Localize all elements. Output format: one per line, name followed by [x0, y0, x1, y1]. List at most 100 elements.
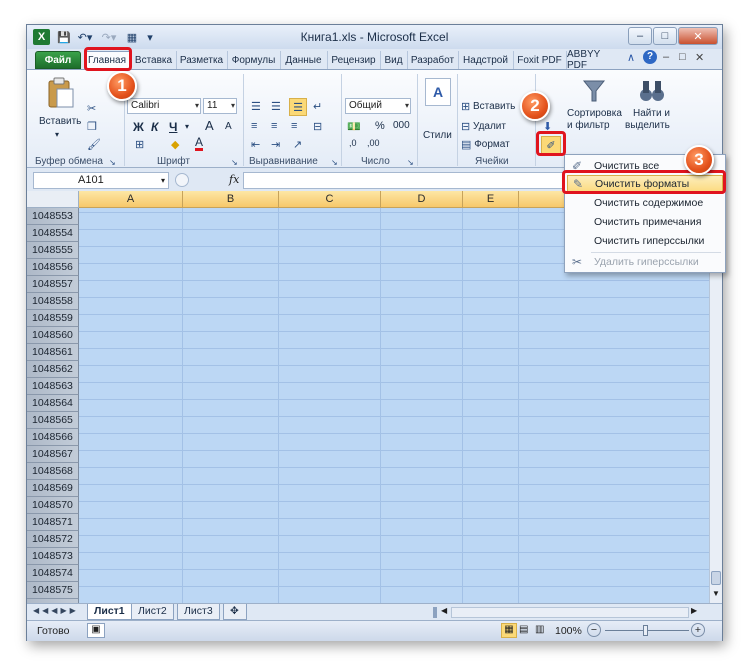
tab-abbyy-pdf[interactable]: ABBYY PDF [566, 49, 622, 71]
row-header[interactable]: 1048553 [27, 208, 79, 225]
row-header[interactable]: 1048557 [27, 276, 79, 293]
zoom-out-button[interactable]: − [587, 623, 601, 637]
insert-function-button[interactable]: fx [229, 173, 239, 186]
orientation-icon[interactable]: ↗ [293, 138, 302, 151]
font-size-box[interactable]: 11 ▾ [203, 98, 237, 114]
menu-item-clear-comments[interactable]: Очистить примечания [567, 213, 723, 232]
tab-view[interactable]: Вид [380, 51, 406, 69]
tab-page-layout[interactable]: Разметка [176, 51, 226, 69]
tab-insert[interactable]: Вставка [131, 51, 175, 69]
row-header[interactable]: 1048554 [27, 225, 79, 242]
styles-icon[interactable]: A [425, 78, 451, 106]
align-middle-icon[interactable]: ☰ [271, 100, 281, 113]
page-break-view-icon[interactable]: ▥ [535, 624, 544, 635]
number-launcher-icon[interactable]: ↘ [407, 158, 414, 167]
row-header[interactable]: 1048568 [27, 463, 79, 480]
row-header[interactable]: 1048558 [27, 293, 79, 310]
align-center-icon[interactable]: ≡ [271, 120, 277, 132]
format-cells-button[interactable]: ▤ Формат [461, 138, 510, 151]
tab-developer[interactable]: Разработ [407, 51, 457, 69]
increase-indent-icon[interactable]: ⇥ [271, 138, 280, 151]
name-box[interactable]: A101 ▾ [33, 172, 169, 189]
close-button[interactable]: ✕ [678, 27, 718, 45]
zoom-in-button[interactable]: + [691, 623, 705, 637]
row-header[interactable]: 1048555 [27, 242, 79, 259]
sort-filter-icon[interactable] [579, 76, 609, 106]
find-select-line1[interactable]: Найти и [633, 108, 670, 119]
doc-restore-icon[interactable]: □ [679, 51, 686, 63]
format-painter-icon[interactable]: 🖌 [87, 138, 101, 151]
tab-addins[interactable]: Надстрой [458, 51, 512, 69]
delete-cells-button[interactable]: ⊟ Удалит [461, 120, 506, 133]
restore-button[interactable]: □ [653, 27, 677, 45]
cut-icon[interactable]: ✂ [87, 102, 96, 115]
paste-dropdown-icon[interactable]: ▾ [55, 130, 59, 139]
expand-circle-icon[interactable] [175, 173, 189, 187]
fill-color-icon[interactable]: ◆ [171, 138, 179, 151]
hscroll-right-icon[interactable]: ▶ [691, 606, 697, 615]
column-header-d[interactable]: D [381, 191, 463, 208]
paste-button[interactable]: Вставить [39, 116, 81, 127]
sort-filter-line1[interactable]: Сортировка [567, 108, 622, 119]
macro-record-icon[interactable]: ▣ [87, 623, 105, 638]
tab-data[interactable]: Данные [280, 51, 326, 69]
grow-font-button[interactable]: A [205, 118, 214, 133]
font-launcher-icon[interactable]: ↘ [231, 158, 238, 167]
column-header-a[interactable]: A [79, 191, 183, 208]
tab-foxit-pdf[interactable]: Foxit PDF [513, 51, 565, 69]
sort-filter-line2[interactable]: и фильтр [567, 120, 610, 131]
font-name-box[interactable]: Calibri ▾ [127, 98, 201, 114]
clipboard-launcher-icon[interactable]: ↘ [109, 158, 116, 167]
italic-button[interactable]: К [151, 120, 158, 134]
row-header[interactable]: 1048567 [27, 446, 79, 463]
underline-button[interactable]: Ч [169, 120, 177, 134]
doc-minimize-icon[interactable]: – [663, 51, 669, 63]
thousands-button[interactable]: 000 [393, 120, 410, 131]
row-header[interactable]: 1048556 [27, 259, 79, 276]
sheet-tab-1[interactable]: Лист1 [87, 604, 132, 620]
tab-split-handle[interactable] [433, 607, 437, 618]
row-header[interactable]: 1048575 [27, 582, 79, 599]
scroll-down-icon[interactable]: ▼ [711, 589, 721, 599]
wrap-text-icon[interactable]: ↵ [313, 100, 322, 113]
decrease-indent-icon[interactable]: ⇤ [251, 138, 260, 151]
row-header[interactable]: 1048565 [27, 412, 79, 429]
horizontal-scrollbar[interactable] [451, 607, 689, 618]
borders-icon[interactable]: ⊞ [135, 138, 144, 151]
minimize-ribbon-icon[interactable]: ∧ [627, 51, 635, 64]
insert-sheet-icon[interactable]: ✥ [223, 604, 247, 620]
number-format-box[interactable]: Общий ▾ [345, 98, 411, 114]
normal-view-icon[interactable]: ▦ [501, 623, 517, 638]
underline-dropdown-icon[interactable]: ▾ [185, 122, 189, 131]
insert-cells-button[interactable]: ⊞ Вставить [461, 100, 515, 113]
menu-item-clear-hyperlinks[interactable]: Очистить гиперссылки [567, 232, 723, 251]
scroll-thumb[interactable] [711, 571, 721, 585]
shrink-font-button[interactable]: A [225, 121, 232, 132]
row-header[interactable]: 1048560 [27, 327, 79, 344]
row-header[interactable]: 1048571 [27, 514, 79, 531]
column-header-e[interactable]: E [463, 191, 519, 208]
help-icon[interactable]: ? [643, 50, 657, 64]
sheet-tab-3[interactable]: Лист3 [177, 604, 220, 620]
zoom-slider-thumb[interactable] [643, 625, 648, 636]
doc-close-icon[interactable]: ✕ [695, 51, 704, 64]
minimize-button[interactable]: – [628, 27, 652, 45]
select-all-corner[interactable] [27, 191, 79, 208]
bold-button[interactable]: Ж [133, 120, 144, 134]
row-header[interactable]: 1048569 [27, 480, 79, 497]
row-header[interactable]: 1048563 [27, 378, 79, 395]
decrease-decimal-button[interactable]: ,00 [367, 138, 380, 148]
sheet-nav-arrows-icon[interactable]: ◀◀◀▶▶ [33, 606, 79, 615]
align-top-icon[interactable]: ☰ [251, 100, 261, 113]
row-header[interactable]: 1048570 [27, 497, 79, 514]
currency-icon[interactable]: 💵 [347, 120, 361, 133]
row-header[interactable]: 1048574 [27, 565, 79, 582]
sheet-tab-2[interactable]: Лист2 [131, 604, 174, 620]
percent-button[interactable]: % [375, 120, 385, 132]
row-header[interactable]: 1048564 [27, 395, 79, 412]
menu-item-clear-contents[interactable]: Очистить содержимое [567, 194, 723, 213]
increase-decimal-button[interactable]: ,0 [349, 138, 357, 148]
page-layout-view-icon[interactable]: ▤ [519, 624, 528, 635]
copy-icon[interactable]: ❐ [87, 120, 97, 133]
align-right-icon[interactable]: ≡ [291, 120, 297, 132]
